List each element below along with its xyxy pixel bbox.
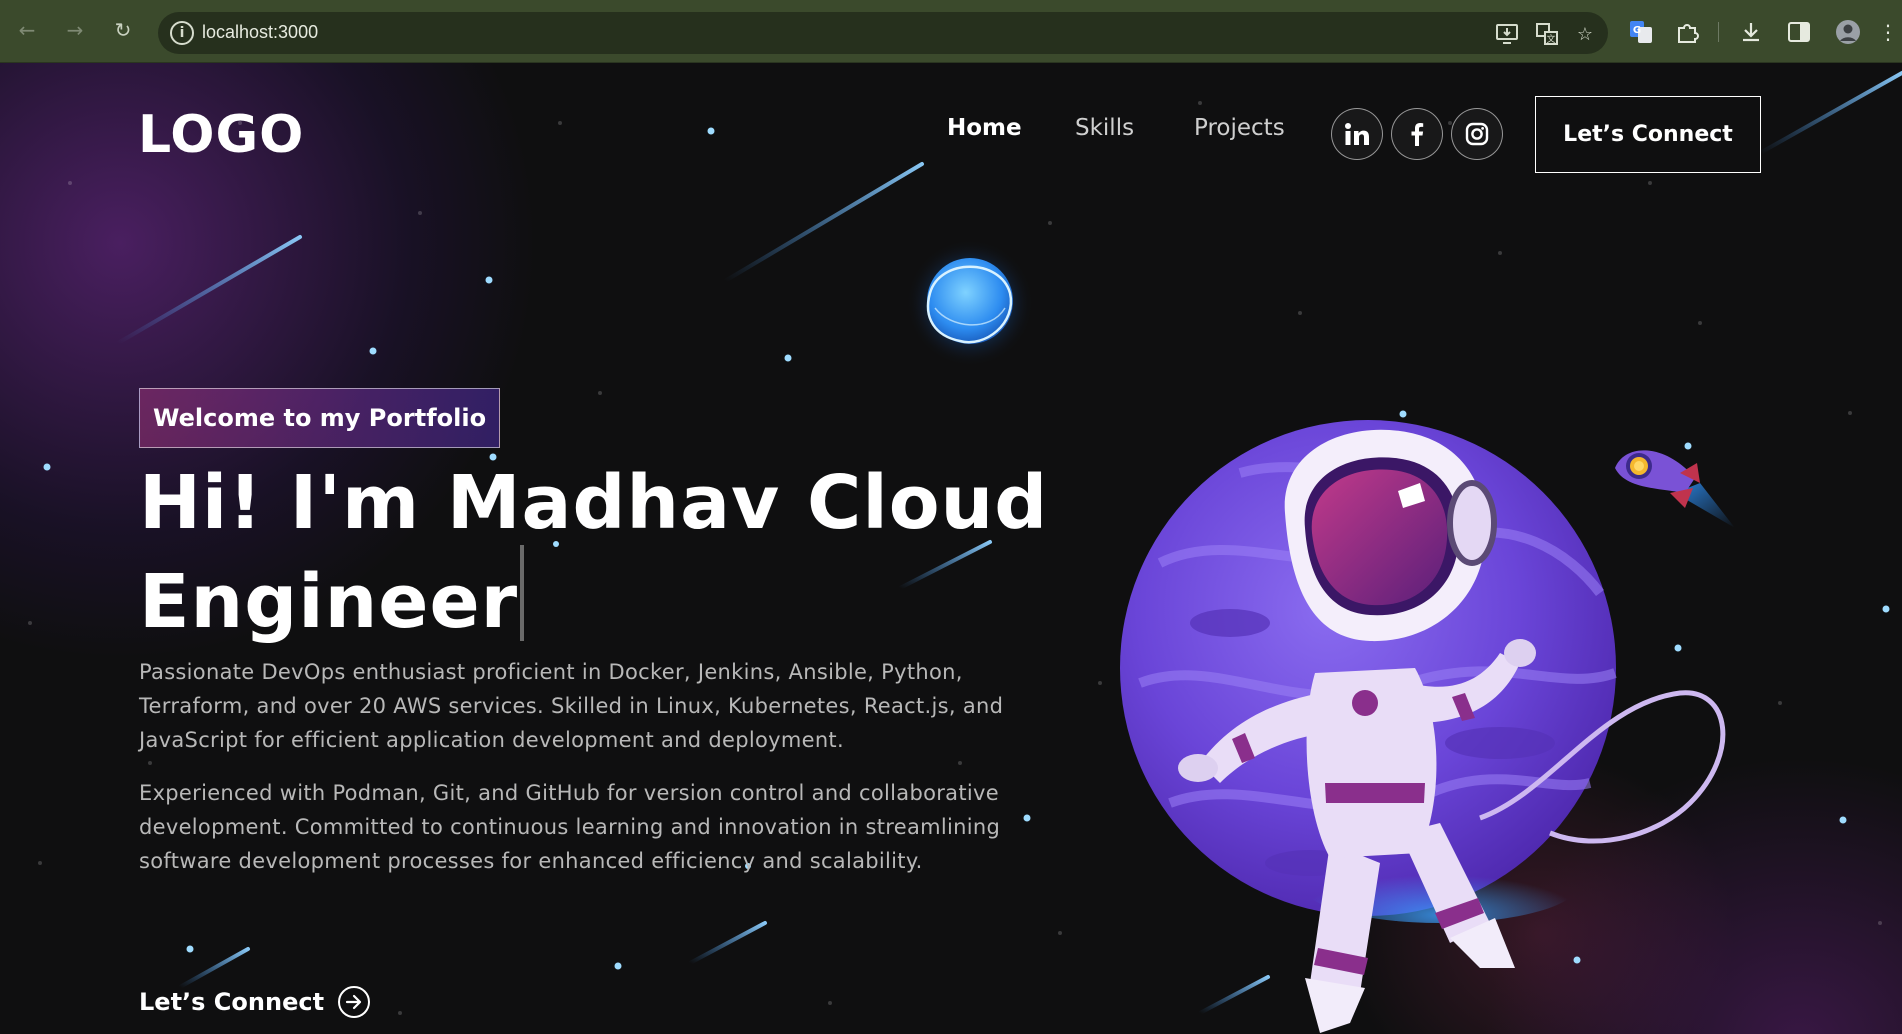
nav-link-skills[interactable]: Skills <box>1075 115 1134 141</box>
site-info-icon[interactable]: i <box>170 21 194 45</box>
glowing-moon-illustration <box>906 239 1034 367</box>
welcome-tagline: Welcome to my Portfolio <box>139 388 501 448</box>
install-app-icon[interactable] <box>1496 23 1518 45</box>
hero-headline-line1: Hi! I'm Madhav Cloud <box>139 460 1049 546</box>
toolbar-divider <box>1718 22 1719 42</box>
portfolio-page: LOGO Home Skills Projects Let’s Connect … <box>0 63 1902 1034</box>
hero-paragraph-2: Experienced with Podman, Git, and GitHub… <box>139 781 1001 873</box>
hero-headline-line2: Engineer <box>139 545 1039 644</box>
nav-link-home[interactable]: Home <box>947 115 1022 141</box>
instagram-icon[interactable] <box>1451 108 1503 160</box>
linkedin-icon[interactable] <box>1331 108 1383 160</box>
profile-avatar[interactable] <box>1835 19 1861 45</box>
arrow-right-circle-icon <box>338 986 371 1018</box>
lets-connect-button[interactable]: Let’s Connect <box>1535 96 1761 173</box>
typing-cursor <box>520 545 525 641</box>
hero-lets-connect-label: Let’s Connect <box>139 988 325 1016</box>
extensions-icon[interactable] <box>1674 19 1700 45</box>
side-panel-icon[interactable] <box>1786 19 1812 45</box>
nav-link-projects[interactable]: Projects <box>1194 115 1285 141</box>
browser-menu-icon[interactable]: ⋮ <box>1878 19 1898 45</box>
translate-icon[interactable]: 文 <box>1536 23 1558 45</box>
hero-paragraph-1: Passionate DevOps enthusiast proficient … <box>139 660 1004 752</box>
google-translate-extension-icon[interactable]: G <box>1628 19 1654 45</box>
svg-text:G: G <box>1633 25 1641 36</box>
hero-headline-line2-text: Engineer <box>139 559 519 645</box>
download-icon[interactable] <box>1738 19 1764 45</box>
svg-text:文: 文 <box>1546 33 1555 45</box>
site-logo[interactable]: LOGO <box>138 105 304 165</box>
hero-headline: Hi! I'm Madhav Cloud Engineer <box>139 460 1049 644</box>
forward-icon[interactable]: → <box>60 15 90 45</box>
address-bar-url[interactable]: localhost:3000 <box>202 22 318 43</box>
astronaut-planet-illustration <box>1120 420 1726 1033</box>
facebook-icon[interactable] <box>1391 108 1443 160</box>
back-icon[interactable]: ← <box>12 15 42 45</box>
address-bar[interactable]: i localhost:3000 文 ☆ <box>158 12 1608 54</box>
hero-lets-connect-link[interactable]: Let’s Connect <box>139 986 371 1018</box>
bookmark-star-icon[interactable]: ☆ <box>1574 23 1596 45</box>
reload-icon[interactable]: ↻ <box>108 15 138 45</box>
browser-toolbar: ← → ↻ i localhost:3000 文 ☆ G ⋮ <box>0 0 1902 63</box>
